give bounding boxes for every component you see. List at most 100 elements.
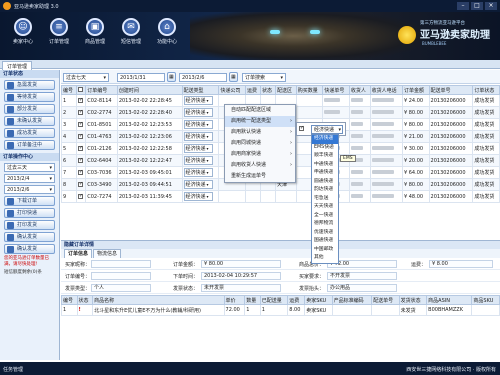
confirm-ship-button-2[interactable]: 确认发货	[4, 244, 55, 254]
row-checkbox[interactable]	[78, 133, 83, 139]
ship-type-cell[interactable]: 经济快递	[181, 190, 220, 203]
apply-checkbox[interactable]	[299, 125, 304, 131]
dropdown-option[interactable]: 德邦物流	[312, 220, 338, 229]
toggle-detail-header[interactable]: 隐藏订单详情	[61, 241, 500, 249]
col-no[interactable]: 编号	[61, 85, 77, 95]
dropdown-option[interactable]: 韵达快递	[312, 186, 338, 195]
dropdown-option[interactable]: EMS快递	[312, 144, 338, 153]
status-waiting-button[interactable]: 等待发货	[4, 92, 55, 102]
ship-type-cell[interactable]: 经济快递	[181, 154, 220, 167]
col-express-no[interactable]: 快递单号	[322, 85, 350, 95]
col-status[interactable]: 状态	[260, 85, 277, 95]
row-check-cell[interactable]	[75, 118, 87, 131]
ship-type-cell[interactable]: 经济快递	[181, 106, 220, 119]
row-checkbox[interactable]	[78, 169, 83, 175]
tab-order-info[interactable]: 订单信息	[64, 249, 93, 258]
period-dropdown[interactable]: 过去七天	[63, 73, 109, 82]
date-to-picker[interactable]: 2013/2/6	[4, 185, 55, 194]
close-button[interactable]: ×	[485, 2, 497, 10]
nav-product-management[interactable]: ▣ 商品管理	[80, 14, 110, 58]
minimize-button[interactable]: –	[457, 2, 469, 10]
context-menu-item[interactable]: 启用同城快递	[225, 138, 295, 149]
col-ship[interactable]: 配送类型	[181, 85, 220, 95]
dropdown-option[interactable]: 顺丰快递	[312, 152, 338, 161]
items-col-header[interactable]: 商品名称	[92, 295, 225, 305]
items-col-header[interactable]: 配送单号	[371, 295, 400, 305]
ship-type-select[interactable]: 经济快递	[183, 156, 213, 165]
select-all-checkbox[interactable]	[78, 87, 83, 92]
ship-type-cell[interactable]: 经济快递	[181, 166, 220, 179]
order-search-dropdown[interactable]: 订单搜索	[242, 73, 286, 82]
row-checkbox[interactable]	[78, 121, 83, 127]
calendar-to-icon[interactable]: ▦	[229, 72, 238, 82]
row-check-cell[interactable]	[75, 190, 87, 203]
confirm-ship-button[interactable]: 确认发货	[4, 232, 55, 242]
ship-type-select[interactable]: 经济快递	[183, 108, 213, 117]
ship-type-select[interactable]: 经济快递	[183, 144, 213, 153]
col-freight[interactable]: 运费	[245, 85, 262, 95]
dropdown-option[interactable]: 中通快递	[312, 161, 338, 170]
dropdown-option[interactable]: 宅急送	[312, 195, 338, 204]
maximize-button[interactable]: □	[471, 2, 483, 10]
ship-type-cell[interactable]: 经济快递	[181, 94, 220, 107]
items-col-header[interactable]: 商品ASIN	[426, 295, 473, 305]
col-receiver[interactable]: 收货人	[348, 85, 371, 95]
items-col-header[interactable]: 发货状态	[398, 295, 428, 305]
items-col-header[interactable]: 运费	[287, 295, 306, 305]
row-check-cell[interactable]	[75, 154, 87, 167]
download-orders-button[interactable]: 下载订单	[4, 196, 55, 206]
ship-type-cell[interactable]: 经济快递	[181, 130, 220, 143]
row-check-cell[interactable]	[75, 94, 87, 107]
row-checkbox[interactable]	[78, 145, 83, 151]
items-col-header[interactable]: 商品SKU	[471, 295, 500, 305]
row-checkbox[interactable]	[78, 157, 83, 163]
ship-type-select[interactable]: 经济快递	[183, 120, 213, 129]
items-col-header[interactable]: 单价	[223, 295, 246, 305]
ship-type-select[interactable]: 经济快递	[311, 125, 343, 134]
ship-type-cell[interactable]: 经济快递	[181, 142, 220, 155]
status-notes-button[interactable]: 订单备注中	[4, 140, 55, 150]
col-track[interactable]: 配送单号	[428, 85, 474, 95]
calendar-from-icon[interactable]: ▦	[167, 72, 176, 82]
dropdown-option[interactable]: 申通快递	[312, 169, 338, 178]
status-shipped-button[interactable]: 成功发货	[4, 128, 55, 138]
date-from-field[interactable]: 2013/1/31	[117, 73, 165, 82]
task-manager-link[interactable]: 任务管理	[3, 366, 23, 373]
status-partial-button[interactable]: 部分发货	[4, 104, 55, 114]
items-col-header[interactable]: 状态	[76, 295, 94, 305]
ship-type-select[interactable]: 经济快递	[183, 180, 213, 189]
row-checkbox[interactable]	[78, 181, 83, 187]
dropdown-option[interactable]: 圆通快递	[312, 178, 338, 187]
col-express[interactable]: 快递公司	[218, 85, 247, 95]
col-order[interactable]: 订单编号	[85, 85, 118, 95]
row-check-cell[interactable]	[75, 130, 87, 143]
items-col-header[interactable]: 编号	[61, 295, 78, 305]
context-menu-item[interactable]: 启用商家快递	[225, 149, 295, 160]
tab-logistics-info[interactable]: 物流信息	[93, 249, 122, 258]
col-receiver-phone[interactable]: 收货人电话	[369, 85, 403, 95]
col-check[interactable]	[75, 85, 87, 95]
dropdown-option[interactable]: 优速快递	[312, 229, 338, 238]
dropdown-option[interactable]: 国通快递	[312, 237, 338, 246]
items-col-header[interactable]: 数量	[244, 295, 261, 305]
items-col-header[interactable]: 产品标准编码	[331, 295, 373, 305]
dropdown-option[interactable]: 中国邮政	[312, 246, 338, 255]
context-menu-item[interactable]: 自动匹配配送区域	[225, 105, 295, 116]
dropdown-option[interactable]: 经济快递	[312, 135, 338, 144]
ship-type-select[interactable]: 经济快递	[183, 132, 213, 141]
col-region[interactable]: 配送区	[275, 85, 297, 95]
ship-type-select[interactable]: 经济快递	[183, 192, 213, 201]
context-menu-item[interactable]: 重新生成运单号	[225, 171, 295, 182]
row-checkbox[interactable]	[78, 193, 83, 199]
row-checkbox[interactable]	[78, 97, 83, 103]
date-from-picker[interactable]: 2013/2/4	[4, 174, 55, 183]
nav-order-management[interactable]: ≡ 订单管理	[44, 14, 74, 58]
status-unconfirmed-button[interactable]: 未确认发货	[4, 116, 55, 126]
print-invoice-button[interactable]: 打印发货	[4, 220, 55, 230]
print-express-button[interactable]: 打印快递	[4, 208, 55, 218]
context-menu-item[interactable]: 启用默认快递	[225, 127, 295, 138]
ship-type-select[interactable]: 经济快递	[183, 168, 213, 177]
ship-type-cell[interactable]: 经济快递	[181, 118, 220, 131]
item-row[interactable]: 1! 北斗星和东升E优儿童E不万为什么(教辅/科研用) 72.00 1 1 8.00 卖家S…	[61, 304, 500, 316]
col-amount[interactable]: 订单金额	[401, 85, 430, 95]
